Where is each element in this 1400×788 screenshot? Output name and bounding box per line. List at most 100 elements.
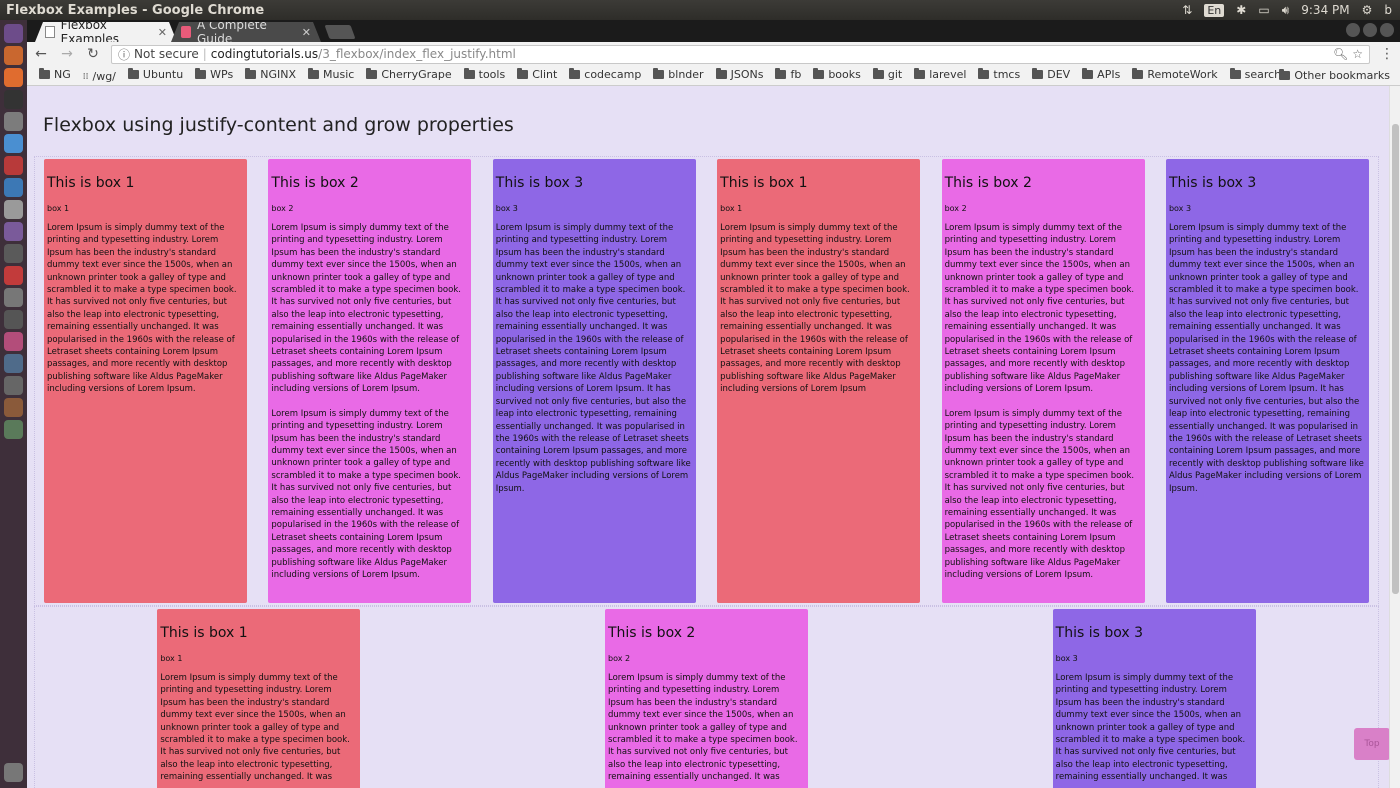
app-icon[interactable]	[4, 398, 23, 417]
box-heading: This is box 2	[271, 175, 359, 191]
bookmark-item[interactable]: Ubuntu	[122, 67, 189, 81]
back-to-top-button[interactable]: Top	[1354, 728, 1390, 760]
app-icon[interactable]	[4, 244, 23, 263]
keyboard-layout-indicator[interactable]: En	[1204, 3, 1225, 17]
new-tab-button[interactable]	[324, 25, 356, 39]
bookmark-label: books	[828, 67, 861, 81]
bookmark-label: codecamp	[584, 67, 642, 81]
app-icon[interactable]	[4, 354, 23, 373]
box-paragraph: Lorem Ipsum is simply dummy text of the …	[271, 223, 461, 395]
terminal-icon[interactable]	[4, 90, 23, 109]
close-window-icon[interactable]	[1380, 23, 1394, 37]
page-icon	[45, 26, 55, 38]
flex-box: This is box 2 box 2 Lorem Ipsum is simply …	[604, 609, 808, 788]
clock[interactable]: 9:34 PM	[1301, 3, 1349, 17]
bookmark-item[interactable]: Clint	[511, 67, 563, 81]
scrollbar-thumb[interactable]	[1392, 124, 1399, 594]
bookmark-item[interactable]: JSONs	[710, 67, 770, 81]
bookmark-item[interactable]: ⁞⁞/wg/	[77, 70, 122, 83]
tab-title: A Complete Guide	[197, 18, 267, 46]
folder-icon	[39, 67, 50, 79]
app-icon[interactable]	[4, 288, 23, 307]
bookmark-label: tools	[478, 67, 506, 81]
zoom-icon[interactable]: 🔍︎	[1333, 47, 1348, 61]
bookmark-label: RemoteWork	[1147, 67, 1218, 81]
folder-icon	[463, 67, 475, 79]
trash-icon[interactable]	[4, 763, 23, 782]
bookmark-item[interactable]: NGINX	[239, 67, 302, 81]
settings-icon[interactable]	[4, 112, 23, 131]
folder-icon	[653, 67, 665, 79]
reload-icon[interactable]: ↻	[85, 46, 101, 62]
folder-icon	[914, 67, 926, 79]
os-top-bar: Flexbox Examples - Google Chrome ⇅ En ✱ …	[0, 0, 1400, 20]
firefox-icon[interactable]	[4, 68, 23, 87]
bookmark-item[interactable]: CherryGrape	[360, 67, 457, 81]
scrollbar[interactable]	[1389, 86, 1400, 788]
files-icon[interactable]	[4, 46, 23, 65]
bluetooth-icon[interactable]: ✱	[1236, 3, 1246, 17]
box-subtitle: box 3	[1168, 204, 1192, 213]
filezilla-icon[interactable]	[4, 156, 23, 175]
tab-complete-guide[interactable]: A Complete Guide ✕	[171, 22, 321, 42]
bookmark-item[interactable]: tmcs	[972, 67, 1026, 81]
bookmark-item[interactable]: books	[807, 67, 867, 81]
battery-icon[interactable]: ▭	[1258, 3, 1269, 17]
window-title: Flexbox Examples - Google Chrome	[6, 2, 265, 18]
bookmark-item[interactable]: WPs	[189, 67, 239, 81]
flex-box: This is box 1 box 1 Lorem Ipsum is simply …	[717, 159, 921, 603]
maximize-icon[interactable]	[1363, 23, 1377, 37]
box-subtitle: box 2	[271, 204, 294, 213]
forward-icon[interactable]: →	[59, 46, 75, 62]
minimize-icon[interactable]	[1346, 23, 1360, 37]
app-icon[interactable]	[4, 332, 23, 351]
app-icon[interactable]	[4, 376, 23, 395]
folder-icon	[195, 67, 207, 79]
app-icon[interactable]	[4, 420, 23, 439]
bookmark-item[interactable]: blnder	[647, 67, 709, 81]
volume-icon[interactable]: 🔊︎	[1282, 3, 1290, 18]
menu-icon[interactable]: ⋮	[1380, 46, 1394, 62]
back-icon[interactable]: ←	[33, 46, 49, 62]
app-icon[interactable]	[4, 310, 23, 329]
bookmark-item[interactable]: RemoteWork	[1126, 67, 1223, 81]
bookmark-label: git	[887, 67, 903, 81]
bookmark-item[interactable]: tools	[458, 67, 512, 81]
bookmark-item[interactable]: codecamp	[563, 67, 647, 81]
app-launcher	[0, 20, 27, 788]
box-subtitle: box 2	[607, 654, 631, 663]
css-tricks-icon	[181, 26, 191, 38]
bookmark-item[interactable]: fb	[769, 67, 807, 81]
bookmark-label: APIs	[1097, 67, 1121, 81]
address-bar[interactable]: ⓘ Not secure | codingtutorials.us/3_flex…	[111, 44, 1370, 64]
other-bookmarks[interactable]: Other bookmarks	[1279, 69, 1400, 82]
security-label: Not secure	[134, 47, 199, 61]
user-menu[interactable]: b	[1384, 3, 1392, 17]
bookmark-star-icon[interactable]: ☆	[1352, 47, 1363, 61]
info-icon[interactable]: ⓘ	[118, 46, 130, 63]
bookmark-label: Ubuntu	[142, 67, 184, 81]
dash-icon[interactable]	[4, 24, 23, 43]
close-tab-icon[interactable]: ✕	[302, 26, 311, 39]
box-subtitle: box 3	[495, 204, 518, 213]
box-heading: This is box 1	[720, 175, 808, 191]
app-icon[interactable]	[4, 266, 23, 285]
app-icon[interactable]	[4, 222, 23, 241]
text-editor-icon[interactable]	[4, 200, 23, 219]
vscode-icon[interactable]	[4, 178, 23, 197]
bookmark-item[interactable]: search	[1224, 67, 1288, 81]
url-path: /3_flexbox/index_flex_justify.html	[318, 47, 516, 61]
tab-flexbox-examples[interactable]: Flexbox Examples ✕	[35, 22, 177, 42]
bookmark-item[interactable]: NG	[33, 67, 77, 81]
close-tab-icon[interactable]: ✕	[158, 26, 167, 39]
bookmark-item[interactable]: DEV	[1026, 67, 1076, 81]
folder-icon	[1032, 67, 1044, 79]
bookmark-item[interactable]: Music	[302, 67, 360, 81]
bookmark-item[interactable]: larevel	[908, 67, 972, 81]
bookmark-item[interactable]: APIs	[1076, 67, 1126, 81]
bookmark-item[interactable]: git	[867, 67, 908, 81]
box-paragraph: Lorem Ipsum is simply dummy text of the …	[495, 223, 691, 494]
chrome-icon[interactable]	[4, 134, 23, 153]
network-arrows-icon[interactable]: ⇅	[1182, 3, 1192, 17]
settings-gear-icon[interactable]: ⚙	[1362, 3, 1373, 17]
